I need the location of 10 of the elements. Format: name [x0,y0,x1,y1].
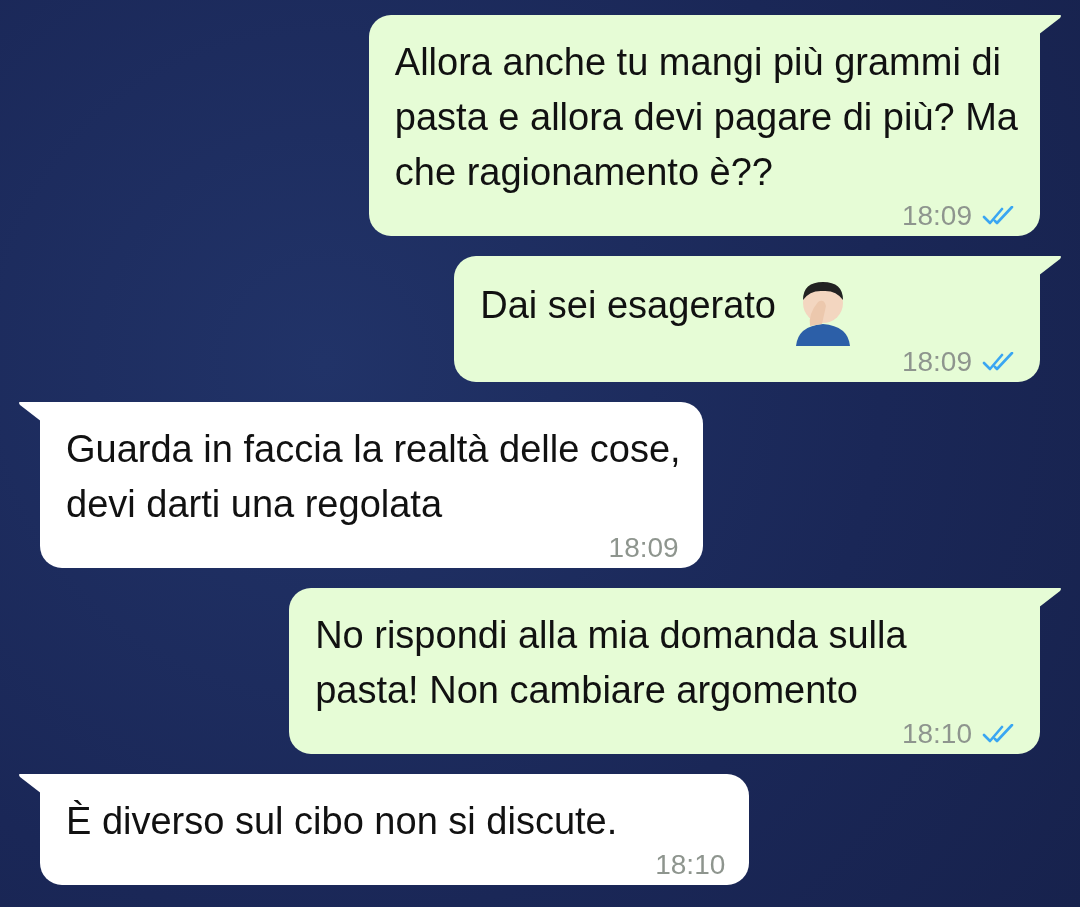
message-time: 18:09 [608,532,679,564]
message-text: No rispondi alla mia domanda sulla pasta! Non cambiare argomento [315,614,907,711]
message-text: Dai sei esagerato [480,284,776,326]
message-time: 18:10 [901,718,972,750]
message-time: 18:09 [901,346,972,378]
message-time: 18:09 [901,200,972,232]
message-text: È diverso sul cibo non si discute. [66,800,618,842]
message-time: 18:10 [655,849,726,881]
message-text: Guarda in faccia la realtà delle cose, devi darti una regolata [66,428,681,525]
message-text: Allora anche tu mangi più grammi di pasta e allora devi pagare di più? Ma che ragionamento è?? [394,41,1018,193]
